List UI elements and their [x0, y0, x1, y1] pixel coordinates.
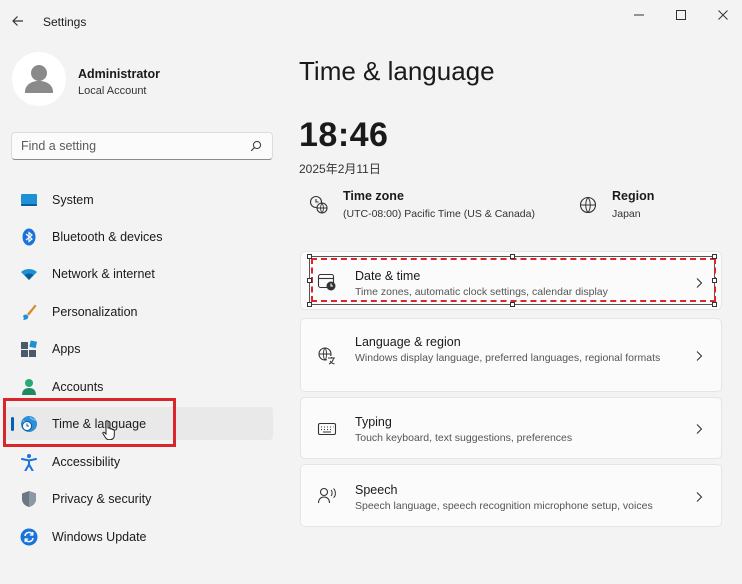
card-title: Typing	[355, 415, 392, 429]
account-name: Administrator	[78, 67, 160, 81]
search-box[interactable]	[11, 132, 273, 160]
annotation-highlight-box	[3, 398, 176, 447]
resize-handle	[307, 254, 312, 259]
update-icon	[20, 528, 38, 546]
resize-handle	[712, 278, 717, 283]
resize-handle	[307, 302, 312, 307]
close-icon	[718, 10, 728, 20]
time-zone-value: (UTC-08:00) Pacific Time (US & Canada)	[343, 208, 535, 220]
sidebar-item-windows-update[interactable]: Windows Update	[4, 520, 273, 553]
chevron-right-icon	[696, 424, 703, 434]
sidebar-item-apps[interactable]: Apps	[4, 332, 273, 365]
resize-handle	[712, 302, 717, 307]
shield-icon	[22, 491, 36, 507]
card-title: Language & region	[355, 335, 461, 349]
region-value: Japan	[612, 208, 641, 220]
sidebar-item-privacy[interactable]: Privacy & security	[4, 482, 273, 515]
person-icon	[22, 379, 36, 395]
sidebar-item-label: Bluetooth & devices	[52, 230, 163, 244]
system-icon	[21, 194, 37, 206]
account-type: Local Account	[78, 85, 147, 97]
app-title: Settings	[43, 15, 87, 29]
resize-handle	[510, 254, 515, 259]
resize-handle	[307, 278, 312, 283]
sidebar-item-label: Privacy & security	[52, 492, 152, 506]
card-language-region[interactable]: Language & region Windows display langua…	[300, 318, 722, 392]
minimize-button[interactable]	[624, 6, 654, 24]
user-avatar-icon	[25, 65, 53, 93]
search-input[interactable]	[12, 133, 242, 159]
sidebar-item-label: Apps	[52, 342, 81, 356]
bluetooth-icon	[22, 228, 36, 246]
sidebar-item-label: System	[52, 193, 94, 207]
sidebar-item-label: Personalization	[52, 305, 138, 319]
brush-icon	[23, 304, 37, 320]
resize-handle	[712, 254, 717, 259]
close-button[interactable]	[708, 6, 738, 24]
avatar[interactable]	[12, 52, 66, 106]
accessibility-icon	[21, 454, 37, 471]
language-icon	[318, 347, 336, 365]
sidebar-item-bluetooth[interactable]: Bluetooth & devices	[4, 220, 273, 253]
card-subtitle: Touch keyboard, text suggestions, prefer…	[355, 432, 573, 444]
sidebar-item-label: Windows Update	[52, 530, 147, 544]
sidebar-item-system[interactable]: System	[4, 183, 273, 216]
resize-handle	[510, 302, 515, 307]
card-typing[interactable]: Typing Touch keyboard, text suggestions,…	[300, 397, 722, 459]
time-zone-title: Time zone	[343, 189, 404, 203]
globe-clock-icon	[309, 195, 328, 214]
current-time: 18:46	[299, 116, 389, 154]
current-date: 2025年2月11日	[299, 162, 381, 176]
back-arrow-icon[interactable]	[10, 13, 26, 29]
card-title: Speech	[355, 483, 398, 497]
chevron-right-icon	[696, 492, 703, 502]
keyboard-icon	[317, 422, 337, 436]
page-title: Time & language	[299, 56, 495, 86]
speech-icon	[317, 487, 336, 504]
annotation-dashed-outline	[311, 258, 716, 302]
minimize-icon	[634, 14, 644, 16]
wifi-icon	[21, 269, 37, 280]
sidebar-item-accessibility[interactable]: Accessibility	[4, 445, 273, 478]
globe-icon	[579, 196, 597, 214]
sidebar-item-label: Accounts	[52, 380, 104, 394]
card-subtitle: Windows display language, preferred lang…	[355, 352, 661, 364]
sidebar-item-personalization[interactable]: Personalization	[4, 295, 273, 328]
sidebar-item-label: Network & internet	[52, 267, 155, 281]
sidebar-item-network[interactable]: Network & internet	[4, 257, 273, 290]
maximize-icon	[676, 10, 686, 20]
apps-icon	[21, 340, 38, 357]
search-icon[interactable]	[250, 140, 262, 152]
region-title: Region	[612, 189, 655, 203]
card-subtitle: Speech language, speech recognition micr…	[355, 500, 653, 512]
maximize-button[interactable]	[666, 6, 696, 24]
mouse-cursor-icon	[102, 420, 115, 440]
card-speech[interactable]: Speech Speech language, speech recogniti…	[300, 464, 722, 527]
chevron-right-icon	[696, 351, 703, 361]
sidebar-item-label: Accessibility	[52, 455, 121, 469]
